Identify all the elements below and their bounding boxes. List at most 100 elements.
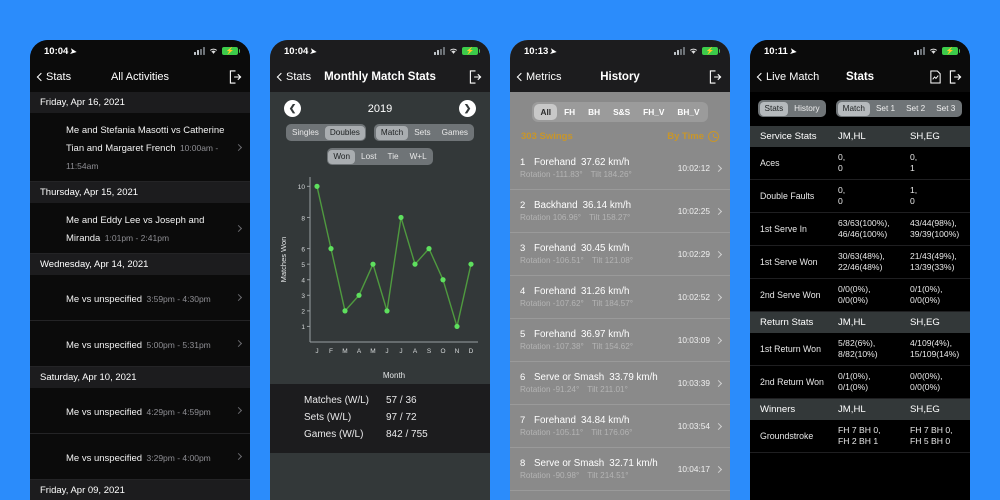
back-button[interactable]: Metrics bbox=[516, 71, 561, 83]
location-arrow-icon: ➤ bbox=[69, 46, 78, 56]
stat-value: 0/0(0%) bbox=[910, 295, 941, 305]
svg-text:M: M bbox=[370, 348, 375, 355]
swing-row[interactable]: 4 Forehand 31.26 km/h Rotation -107.62° … bbox=[510, 276, 730, 319]
export-icon[interactable] bbox=[229, 70, 242, 84]
swing-row[interactable]: 2 Backhand 36.14 km/h Rotation 106.96° T… bbox=[510, 190, 730, 233]
seg-match[interactable]: Match bbox=[837, 101, 870, 116]
chevron-right-icon bbox=[234, 452, 243, 461]
stat-value: 0/0(0%) bbox=[838, 295, 869, 305]
filter-fh[interactable]: FH bbox=[558, 104, 581, 120]
swing-row[interactable]: 6 Serve or Smash 33.79 km/h Rotation -91… bbox=[510, 362, 730, 405]
activity-time: 5:00pm - 5:31pm bbox=[146, 339, 211, 350]
seg-lost[interactable]: Lost bbox=[356, 150, 381, 164]
seg-won[interactable]: Won bbox=[328, 149, 356, 164]
swing-speed: 33.79 km/h bbox=[609, 372, 658, 383]
wifi-icon bbox=[928, 47, 939, 55]
activity-row[interactable]: Me and Eddy Lee vs Joseph and Miranda 1:… bbox=[30, 203, 250, 254]
seg-set1[interactable]: Set 1 bbox=[871, 102, 900, 116]
export-icon[interactable] bbox=[709, 70, 722, 84]
chevron-right-icon bbox=[714, 250, 723, 258]
phone-live-match-stats: 10:11 ➤ ⚡ Live Match Stats Stats History… bbox=[750, 40, 970, 500]
seg-games[interactable]: Games bbox=[437, 126, 473, 140]
swing-row[interactable]: 1 Forehand 37.62 km/h Rotation -111.83° … bbox=[510, 147, 730, 190]
export-icon[interactable] bbox=[949, 70, 962, 84]
stat-value: 1 bbox=[910, 163, 915, 173]
activity-row[interactable]: Me vs unspecified 5:00pm - 5:31pm bbox=[30, 321, 250, 367]
export-icon[interactable] bbox=[469, 70, 482, 84]
signal-bars-icon bbox=[914, 47, 925, 55]
activity-title: Me vs unspecified bbox=[66, 293, 143, 305]
seg-singles[interactable]: Singles bbox=[287, 126, 324, 140]
seg-history[interactable]: History bbox=[789, 102, 824, 116]
svg-text:D: D bbox=[469, 348, 474, 355]
segmented-match-type[interactable]: Singles Doubles bbox=[285, 124, 367, 141]
chart-document-icon[interactable] bbox=[929, 70, 942, 84]
back-label: Stats bbox=[46, 71, 72, 83]
seg-doubles[interactable]: Doubles bbox=[324, 125, 365, 140]
table-row: Groundstroke FH 7 BH 0, FH 2 BH 1 FH 7 BH… bbox=[750, 420, 970, 453]
seg-set2[interactable]: Set 2 bbox=[901, 102, 930, 116]
svg-text:1: 1 bbox=[301, 324, 305, 331]
chevron-right-icon bbox=[714, 465, 723, 473]
swing-list[interactable]: 1 Forehand 37.62 km/h Rotation -111.83° … bbox=[510, 147, 730, 491]
segmented-result[interactable]: Won Lost Tie W+L bbox=[326, 148, 434, 165]
seg-sets[interactable]: Sets bbox=[409, 126, 435, 140]
segment-result-row: Won Lost Tie W+L bbox=[270, 141, 490, 169]
chevron-right-circle-icon[interactable]: ❯ bbox=[458, 100, 476, 117]
activity-row[interactable]: Me and Stefania Masotti vs Catherine Tia… bbox=[30, 113, 250, 182]
segmented-unit[interactable]: Match Sets Games bbox=[374, 124, 475, 141]
status-bar: 10:11 ➤ ⚡ bbox=[750, 40, 970, 62]
swing-tilt: Tilt 184.57° bbox=[591, 299, 634, 308]
swing-row[interactable]: 3 Forehand 30.45 km/h Rotation -106.51° … bbox=[510, 233, 730, 276]
seg-set3[interactable]: Set 3 bbox=[931, 102, 960, 116]
swing-type: Forehand bbox=[534, 243, 576, 254]
doubles-players-icon bbox=[40, 446, 58, 468]
location-arrow-icon: ➤ bbox=[309, 46, 318, 56]
stat-value: 4/109(4%), bbox=[910, 338, 953, 348]
chevron-right-icon bbox=[714, 207, 723, 215]
swing-index: 7 bbox=[520, 415, 526, 426]
filter-ss[interactable]: S&S bbox=[607, 104, 636, 120]
seg-match[interactable]: Match bbox=[375, 125, 409, 140]
chevron-right-icon bbox=[234, 224, 243, 232]
back-button[interactable]: Stats bbox=[36, 71, 72, 83]
section-header-winners: Winners JM,HL SH,EG bbox=[750, 399, 970, 420]
nav-bar: Metrics History bbox=[510, 62, 730, 92]
seg-tie[interactable]: Tie bbox=[383, 150, 404, 164]
segmented-scope[interactable]: Match Set 1 Set 2 Set 3 bbox=[836, 100, 962, 117]
summary-table: Matches (W/L) 57 / 36 Sets (W/L) 97 / 72… bbox=[270, 384, 490, 453]
segmented-view[interactable]: Stats History bbox=[758, 100, 827, 117]
stat-value: FH 7 BH 0, bbox=[910, 425, 953, 435]
swing-tilt: Tilt 176.06° bbox=[591, 428, 633, 437]
swing-index: 4 bbox=[520, 286, 526, 297]
filter-all[interactable]: All bbox=[534, 104, 558, 120]
activity-row[interactable]: Me vs unspecified 4:29pm - 4:59pm bbox=[30, 388, 250, 434]
swing-row[interactable]: 5 Forehand 36.97 km/h Rotation -107.38° … bbox=[510, 319, 730, 362]
chevron-right-icon bbox=[234, 293, 243, 302]
activities-list[interactable]: Friday, Apr 16, 2021 Me and Stefania Mas… bbox=[30, 92, 250, 500]
seg-wl[interactable]: W+L bbox=[405, 150, 432, 164]
activity-row[interactable]: Me vs unspecified 3:59pm - 4:30pm bbox=[30, 275, 250, 321]
swing-row[interactable]: 8 Serve or Smash 32.71 km/h Rotation -90… bbox=[510, 448, 730, 491]
svg-text:A: A bbox=[413, 348, 418, 355]
seg-stats[interactable]: Stats bbox=[759, 101, 789, 116]
chevron-left-circle-icon[interactable]: ❮ bbox=[284, 100, 301, 117]
summary-row: Games (W/L) 842 / 755 bbox=[270, 426, 490, 443]
filter-bh[interactable]: BH bbox=[582, 104, 606, 120]
sort-by-time-button[interactable]: By Time bbox=[667, 131, 719, 142]
filter-bhv[interactable]: BH_V bbox=[671, 104, 705, 120]
swing-index: 3 bbox=[520, 243, 526, 254]
swing-tilt: Tilt 211.01° bbox=[587, 385, 628, 394]
filter-fhv[interactable]: FH_V bbox=[637, 104, 670, 120]
segmented-swing-filter[interactable]: All FH BH S&S FH_V BH_V bbox=[532, 102, 708, 122]
back-button[interactable]: Live Match bbox=[756, 71, 819, 83]
swing-row[interactable]: 7 Forehand 34.84 km/h Rotation -105.11° … bbox=[510, 405, 730, 448]
wifi-icon bbox=[688, 47, 699, 55]
status-bar: 10:04 ➤ ⚡ bbox=[30, 40, 250, 62]
day-header: Friday, Apr 16, 2021 bbox=[30, 92, 250, 113]
chevron-left-icon bbox=[276, 72, 286, 82]
stat-label: 1st Serve In bbox=[760, 224, 807, 234]
back-button[interactable]: Stats bbox=[276, 71, 311, 83]
activity-row[interactable]: Me vs unspecified 3:29pm - 4:00pm bbox=[30, 434, 250, 480]
stat-value: 0/0(0%), bbox=[910, 371, 943, 381]
